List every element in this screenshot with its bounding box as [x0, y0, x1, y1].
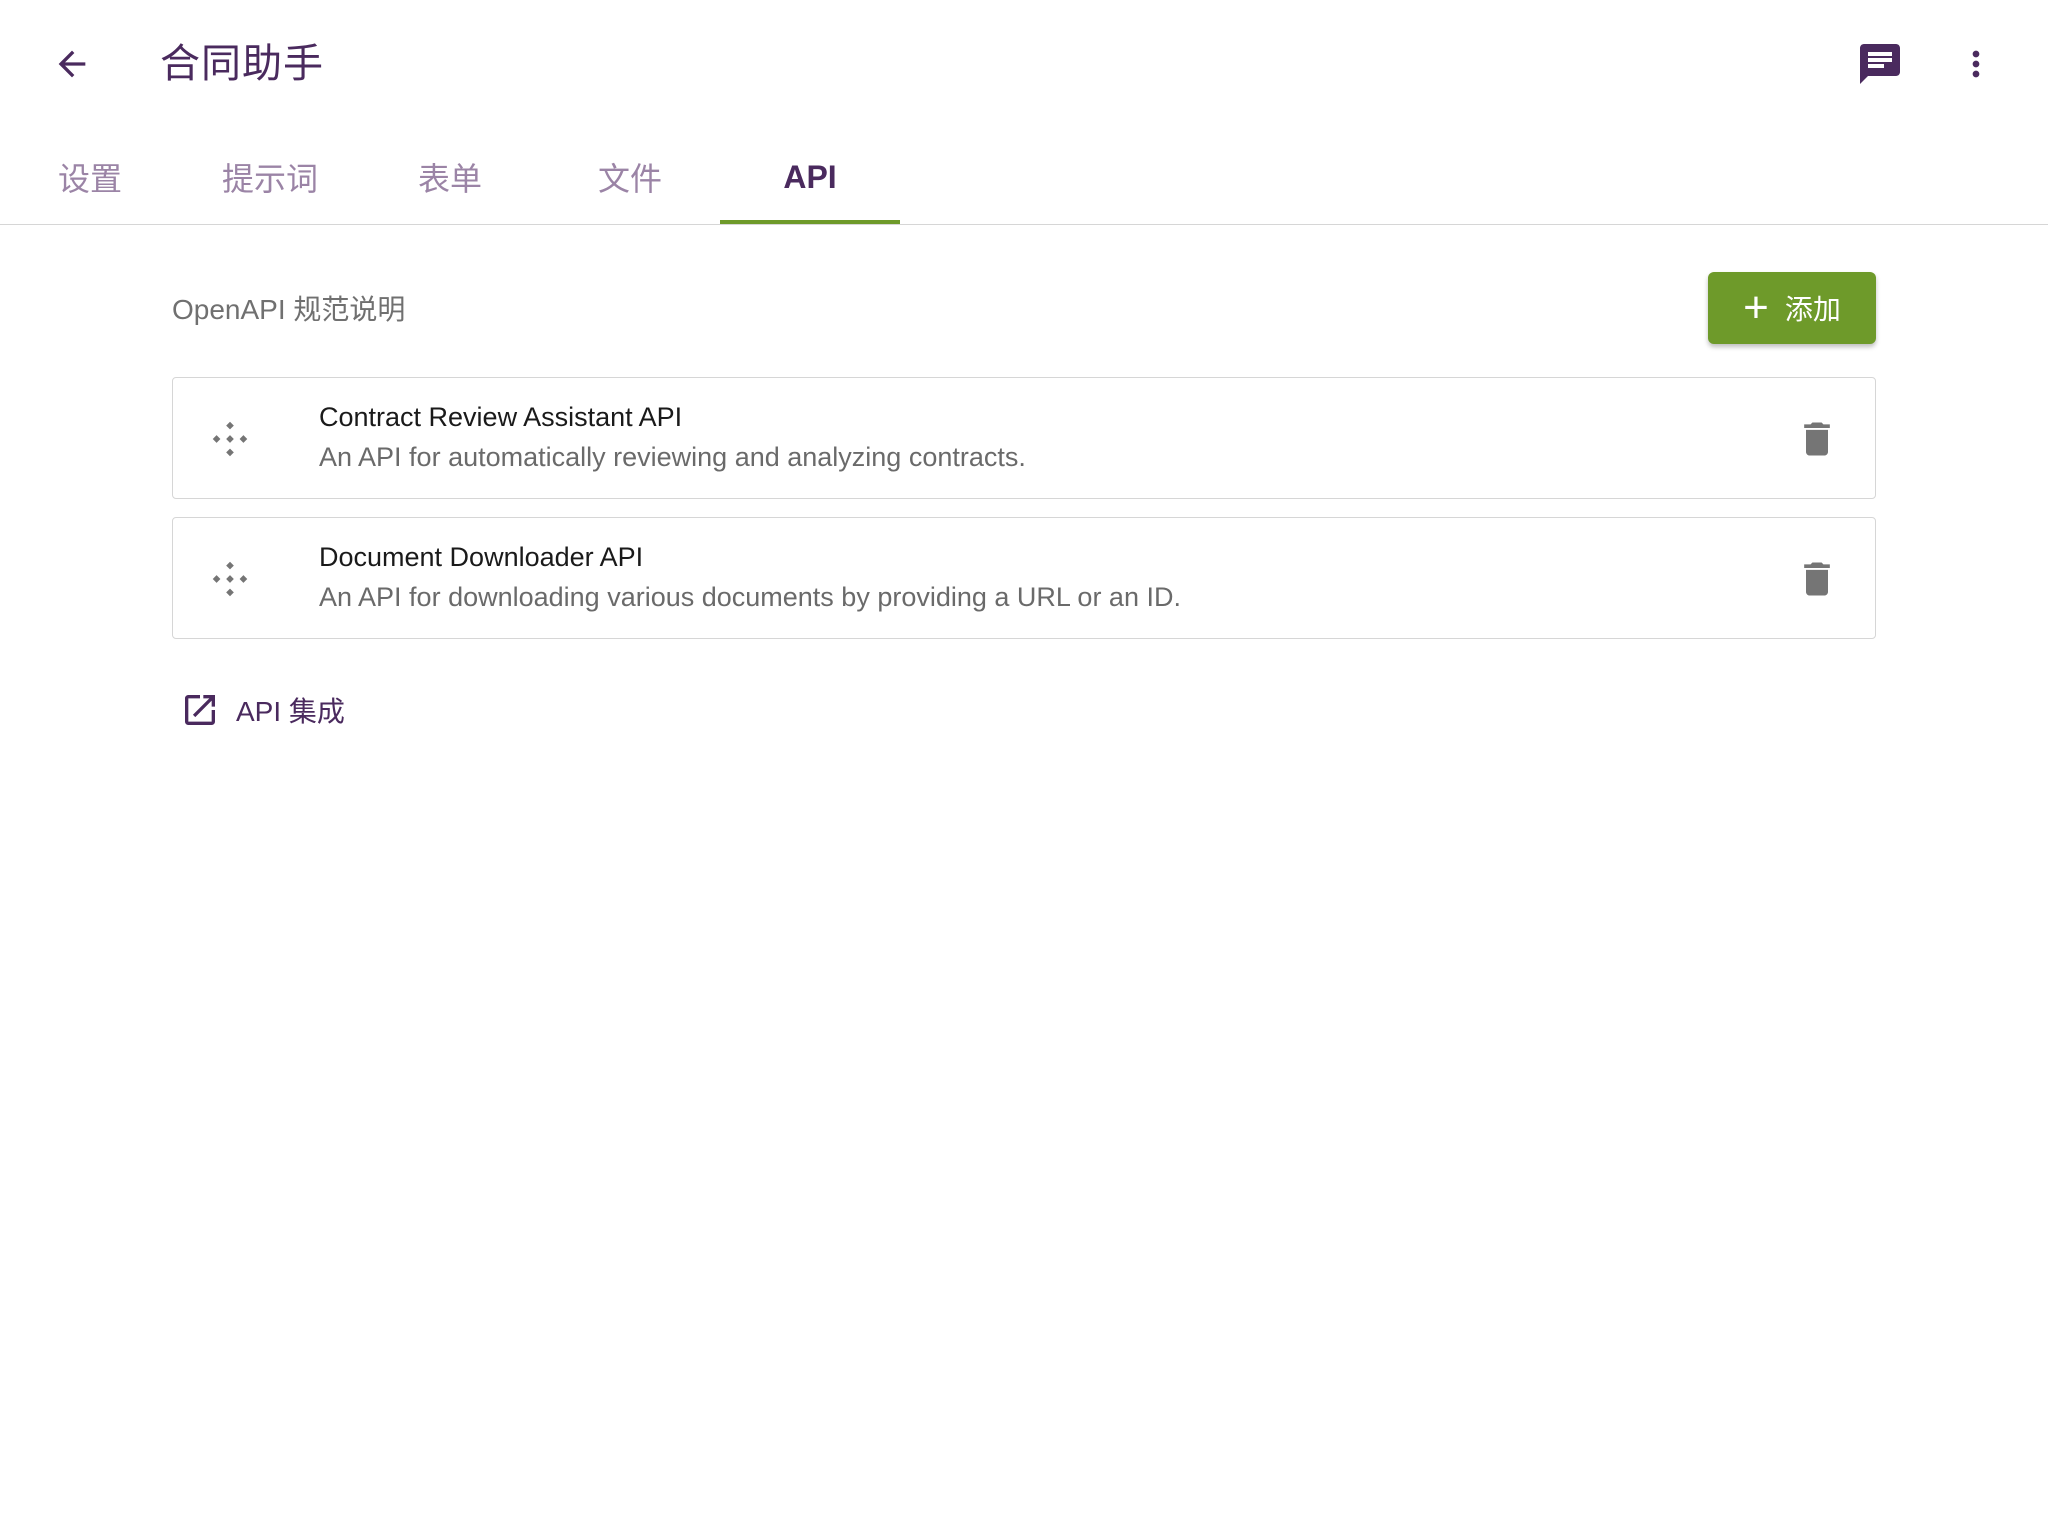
api-integration-label: API 集成 — [236, 696, 345, 727]
add-button[interactable]: + 添加 — [1708, 272, 1876, 344]
tab-prompts[interactable]: 提示词 — [200, 130, 340, 224]
page-title: 合同助手 — [160, 42, 324, 86]
tab-files[interactable]: 文件 — [570, 130, 690, 224]
tab-settings[interactable]: 设置 — [30, 130, 150, 224]
delete-button[interactable] — [1789, 411, 1845, 467]
chat-icon — [1860, 44, 1900, 84]
tab-api[interactable]: API — [720, 130, 900, 224]
more-options-button[interactable] — [1944, 32, 2008, 96]
trash-icon — [1804, 422, 1830, 456]
tab-bar: 设置 提示词 表单 文件 API — [0, 130, 2048, 225]
api-description: An API for downloading various documents… — [319, 582, 1181, 612]
api-title: Contract Review Assistant API — [319, 402, 683, 432]
section-label: OpenAPI 规范说明 — [172, 294, 406, 325]
arrow-left-icon — [58, 50, 86, 78]
open-in-new-icon — [185, 695, 215, 725]
api-icon — [212, 421, 248, 457]
api-icon — [212, 561, 248, 597]
api-description: An API for automatically reviewing and a… — [319, 442, 1026, 472]
api-integration-link[interactable]: API 集成 — [180, 690, 345, 730]
api-item[interactable]: Document Downloader API An API for downl… — [172, 517, 1876, 639]
more-vert-icon — [1972, 50, 1980, 78]
api-title: Document Downloader API — [319, 542, 644, 572]
tab-forms[interactable]: 表单 — [390, 130, 510, 224]
plus-icon: + — [1743, 283, 1769, 332]
active-tab-indicator — [720, 220, 900, 224]
delete-button[interactable] — [1789, 551, 1845, 607]
trash-icon — [1804, 562, 1830, 596]
back-button[interactable] — [40, 32, 104, 96]
chat-button[interactable] — [1848, 32, 1912, 96]
add-button-label: 添加 — [1784, 294, 1841, 325]
app-bar: 合同助手 — [0, 0, 2048, 128]
api-item[interactable]: Contract Review Assistant API An API for… — [172, 377, 1876, 499]
